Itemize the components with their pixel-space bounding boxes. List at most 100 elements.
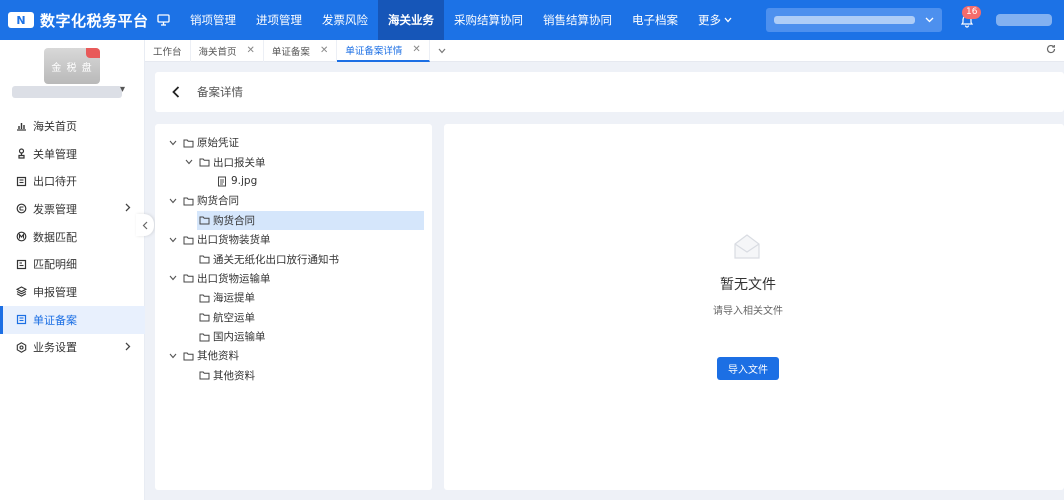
chevron-down-icon (438, 48, 446, 54)
refresh-icon[interactable] (1046, 44, 1056, 57)
nav-item-sales-settlement[interactable]: 销售结算协同 (533, 0, 622, 40)
nav-item-sales[interactable]: 销项管理 (180, 0, 246, 40)
empty-state-title: 暂无文件 (720, 277, 776, 293)
folder-icon (198, 312, 210, 322)
tree-node[interactable]: 出口货物运输单 (155, 269, 432, 288)
sidebar-item-declaration-management[interactable]: 申报管理 (0, 278, 145, 306)
folder-icon (198, 293, 210, 303)
tree-node-label: 其他资料 (213, 369, 255, 382)
sidebar-item-label: 匹配明细 (33, 258, 77, 272)
chevron-left-icon (172, 86, 180, 98)
tab-workbench[interactable]: 工作台 (145, 39, 191, 62)
tree-node-label: 原始凭证 (197, 137, 239, 150)
sidebar-item-label: 业务设置 (33, 341, 77, 355)
monitor-icon[interactable] (150, 0, 176, 40)
user-name-redacted[interactable] (996, 14, 1052, 26)
tab-customs-home[interactable]: 海关首页 ✕ (191, 39, 264, 62)
corner-tag-icon (86, 48, 100, 58)
top-navigation-bar: N 数字化税务平台 销项管理 进项管理 发票风险 海关业务 采购结算协同 销售结… (0, 0, 1064, 40)
tree-node[interactable]: 出口报关单 (155, 152, 432, 171)
close-icon[interactable]: ✕ (412, 44, 420, 55)
nav-item-procurement-settlement[interactable]: 采购结算协同 (444, 0, 533, 40)
chevron-down-icon[interactable] (168, 198, 178, 204)
tab-document-filing[interactable]: 单证备案 ✕ (264, 39, 338, 62)
settings-icon (15, 341, 27, 353)
chevron-right-icon (125, 203, 131, 212)
chevron-down-icon[interactable] (184, 159, 194, 165)
sidebar-item-business-settings[interactable]: 业务设置 (0, 334, 145, 362)
sidebar-item-label: 单证备案 (33, 313, 77, 327)
notification-count-badge: 16 (962, 6, 982, 19)
document-tree: 原始凭证 出口报关单 9.jpg 购货合同 购货合同 出口货物装货单 通关无纸化… (155, 124, 432, 490)
tree-node[interactable]: 出口货物装货单 (155, 230, 432, 249)
nav-item-more[interactable]: 更多 (688, 0, 742, 40)
sidebar-item-invoice-management[interactable]: 发票管理 (0, 195, 145, 223)
nav-item-purchase[interactable]: 进项管理 (246, 0, 312, 40)
nav-item-e-archive[interactable]: 电子档案 (622, 0, 688, 40)
tree-node-label: 国内运输单 (213, 331, 266, 344)
app-logo[interactable]: N 数字化税务平台 (0, 0, 150, 40)
logo-mark-icon: N (8, 12, 34, 28)
folder-icon (198, 157, 210, 167)
tab-label: 海关首页 (198, 46, 237, 58)
company-name-redacted[interactable] (12, 86, 122, 98)
chevron-down-icon[interactable] (168, 353, 178, 359)
folder-icon (182, 138, 194, 148)
sidebar-item-match-details[interactable]: 匹配明细 (0, 250, 145, 278)
chevron-down-icon[interactable] (168, 237, 178, 243)
app-title: 数字化税务平台 (40, 11, 149, 30)
tree-node[interactable]: 购货合同 (155, 191, 432, 210)
organization-select[interactable] (766, 8, 942, 32)
tree-node-label: 出口货物运输单 (197, 272, 271, 285)
import-file-button[interactable]: 导入文件 (717, 357, 779, 380)
sidebar-item-label: 申报管理 (33, 285, 77, 299)
stamp-icon (15, 148, 27, 160)
close-icon[interactable]: ✕ (247, 45, 255, 56)
detail-icon (15, 258, 27, 270)
sidebar-item-document-filing[interactable]: 单证备案 (0, 305, 145, 334)
tree-node[interactable]: 其他资料 (155, 366, 432, 385)
folder-icon (198, 370, 210, 380)
tree-node-selected[interactable]: 购货合同 (155, 210, 432, 230)
invoice-icon (15, 203, 27, 215)
side-menu: 海关首页 关单管理 出口待开 发票管理 数据匹配 匹配明细 申报管理 单证备案 … (0, 112, 145, 361)
sidebar-item-label: 关单管理 (33, 147, 77, 161)
chevron-down-icon[interactable]: ▾ (120, 84, 125, 95)
page-tabs: 工作台 海关首页 ✕ 单证备案 ✕ 单证备案详情 ✕ (145, 39, 1064, 62)
sidebar-item-customs-home[interactable]: 海关首页 (0, 112, 145, 140)
nav-item-customs[interactable]: 海关业务 (378, 0, 444, 40)
tab-label: 工作台 (153, 46, 182, 58)
chevron-down-icon[interactable] (168, 140, 178, 146)
page-title: 备案详情 (197, 85, 243, 99)
tree-node[interactable]: 原始凭证 (155, 133, 432, 152)
tree-node[interactable]: 9.jpg (155, 172, 432, 191)
sidebar-item-data-matching[interactable]: 数据匹配 (0, 223, 145, 251)
tree-node[interactable]: 国内运输单 (155, 327, 432, 346)
tree-node[interactable]: 通关无纸化出口放行通知书 (155, 249, 432, 268)
sidebar-item-export-pending[interactable]: 出口待开 (0, 167, 145, 195)
layers-icon (15, 286, 27, 298)
sidebar-item-customs-declaration[interactable]: 关单管理 (0, 140, 145, 168)
close-icon[interactable]: ✕ (320, 45, 328, 56)
nav-item-invoice-risk[interactable]: 发票风险 (312, 0, 378, 40)
organization-name-redacted (774, 16, 915, 24)
chevron-right-icon (125, 342, 131, 350)
back-button[interactable] (169, 85, 183, 99)
chevron-down-icon[interactable] (168, 275, 178, 281)
file-preview-panel: 暂无文件 请导入相关文件 导入文件 (444, 124, 1064, 490)
folder-icon (182, 196, 194, 206)
tabs-dropdown-button[interactable] (430, 44, 454, 57)
tree-node-label: 其他资料 (197, 350, 239, 363)
file-icon (216, 176, 228, 187)
chevron-down-icon (925, 17, 934, 23)
match-icon (15, 231, 27, 243)
tab-document-filing-detail[interactable]: 单证备案详情 ✕ (337, 39, 430, 62)
tree-node[interactable]: 航空运单 (155, 308, 432, 327)
tree-node[interactable]: 其他资料 (155, 346, 432, 365)
folder-icon (182, 351, 194, 361)
tree-node[interactable]: 海运提单 (155, 288, 432, 307)
folder-icon (198, 215, 210, 225)
tree-node-label: 出口报关单 (213, 156, 266, 169)
tree-node-label: 9.jpg (231, 175, 258, 188)
sidebar-collapse-button[interactable] (136, 214, 154, 236)
